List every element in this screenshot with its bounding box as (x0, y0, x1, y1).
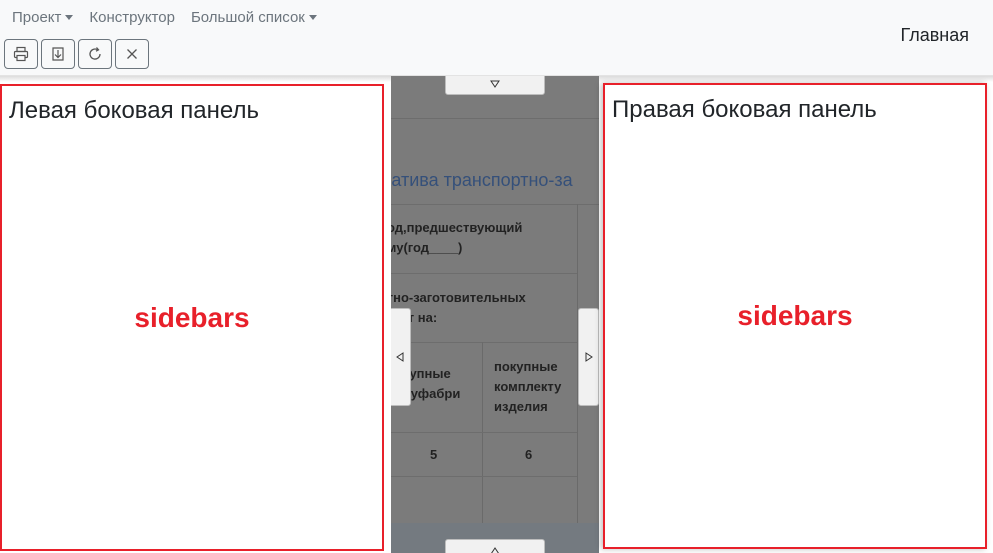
close-button[interactable] (115, 39, 149, 69)
right-sidebar-tag: sidebars (737, 300, 853, 331)
table-header-line: атрат на: (391, 310, 438, 325)
scroll-up-button[interactable] (445, 539, 545, 553)
chevron-down-icon (65, 15, 74, 20)
table-cell: 6 (525, 447, 533, 462)
table-header-line: комплекту (494, 379, 562, 394)
center-content-overlay: матива транспортно-за иод,предшествующий… (391, 76, 599, 553)
menu-big-list-label: Большой список (190, 9, 305, 26)
chevron-down-icon (308, 15, 317, 20)
table-border (391, 342, 577, 343)
home-link[interactable]: Главная (900, 25, 969, 46)
table-header-line: ртно-заготовительных (391, 290, 526, 305)
scroll-left-button[interactable] (391, 308, 411, 406)
menu-big-list[interactable]: Большой список (191, 9, 317, 26)
triangle-right-icon (585, 352, 593, 362)
triangle-down-icon (490, 80, 500, 88)
table-border (391, 204, 599, 205)
triangle-up-icon (490, 546, 500, 553)
menu-constructor-label: Конструктор (89, 9, 175, 26)
triangle-left-icon (396, 352, 404, 362)
table-header-cell: покупные комплекту изделия (494, 357, 561, 417)
download-icon (52, 47, 64, 61)
table-header-line: иод,предшествующий (391, 220, 523, 235)
left-sidebar-title: Левая боковая панель (9, 97, 259, 124)
menu-project-label: Проект (12, 9, 62, 26)
scroll-right-button[interactable] (578, 308, 599, 406)
data-table: иод,предшествующий ому(год____) ртно-заг… (391, 204, 599, 524)
left-sidebar: Левая боковая панель sidebars (0, 84, 384, 551)
table-border (391, 432, 577, 433)
divider (391, 118, 599, 119)
close-icon (127, 49, 137, 59)
refresh-icon (89, 47, 101, 60)
main-menu: Проект Конструктор Большой список (12, 9, 317, 26)
top-navbar: Проект Конструктор Большой список Главна… (0, 0, 993, 76)
table-header-line: изделия (494, 399, 548, 414)
table-header-line: покупные (494, 359, 558, 374)
menu-constructor[interactable]: Конструктор (89, 9, 175, 26)
right-sidebar: Правая боковая панель sidebars (603, 83, 987, 549)
scroll-down-button[interactable] (445, 76, 545, 95)
table-column-border (482, 342, 483, 524)
left-sidebar-tag: sidebars (134, 302, 250, 333)
table-header-cell: ртно-заготовительных атрат на: (391, 288, 526, 328)
table-border (391, 476, 577, 477)
download-button[interactable] (41, 39, 75, 69)
document-title: матива транспортно-за (391, 170, 573, 190)
refresh-button[interactable] (78, 39, 112, 69)
right-sidebar-title: Правая боковая панель (612, 96, 877, 123)
print-icon (13, 46, 29, 62)
menu-project[interactable]: Проект (12, 9, 74, 26)
table-cell: 5 (430, 447, 438, 462)
table-header-line: ому(год____) (391, 240, 463, 255)
table-header-cell: иод,предшествующий ому(год____) (391, 218, 522, 258)
table-border (391, 273, 577, 274)
print-button[interactable] (4, 39, 38, 69)
toolbar (4, 39, 149, 69)
